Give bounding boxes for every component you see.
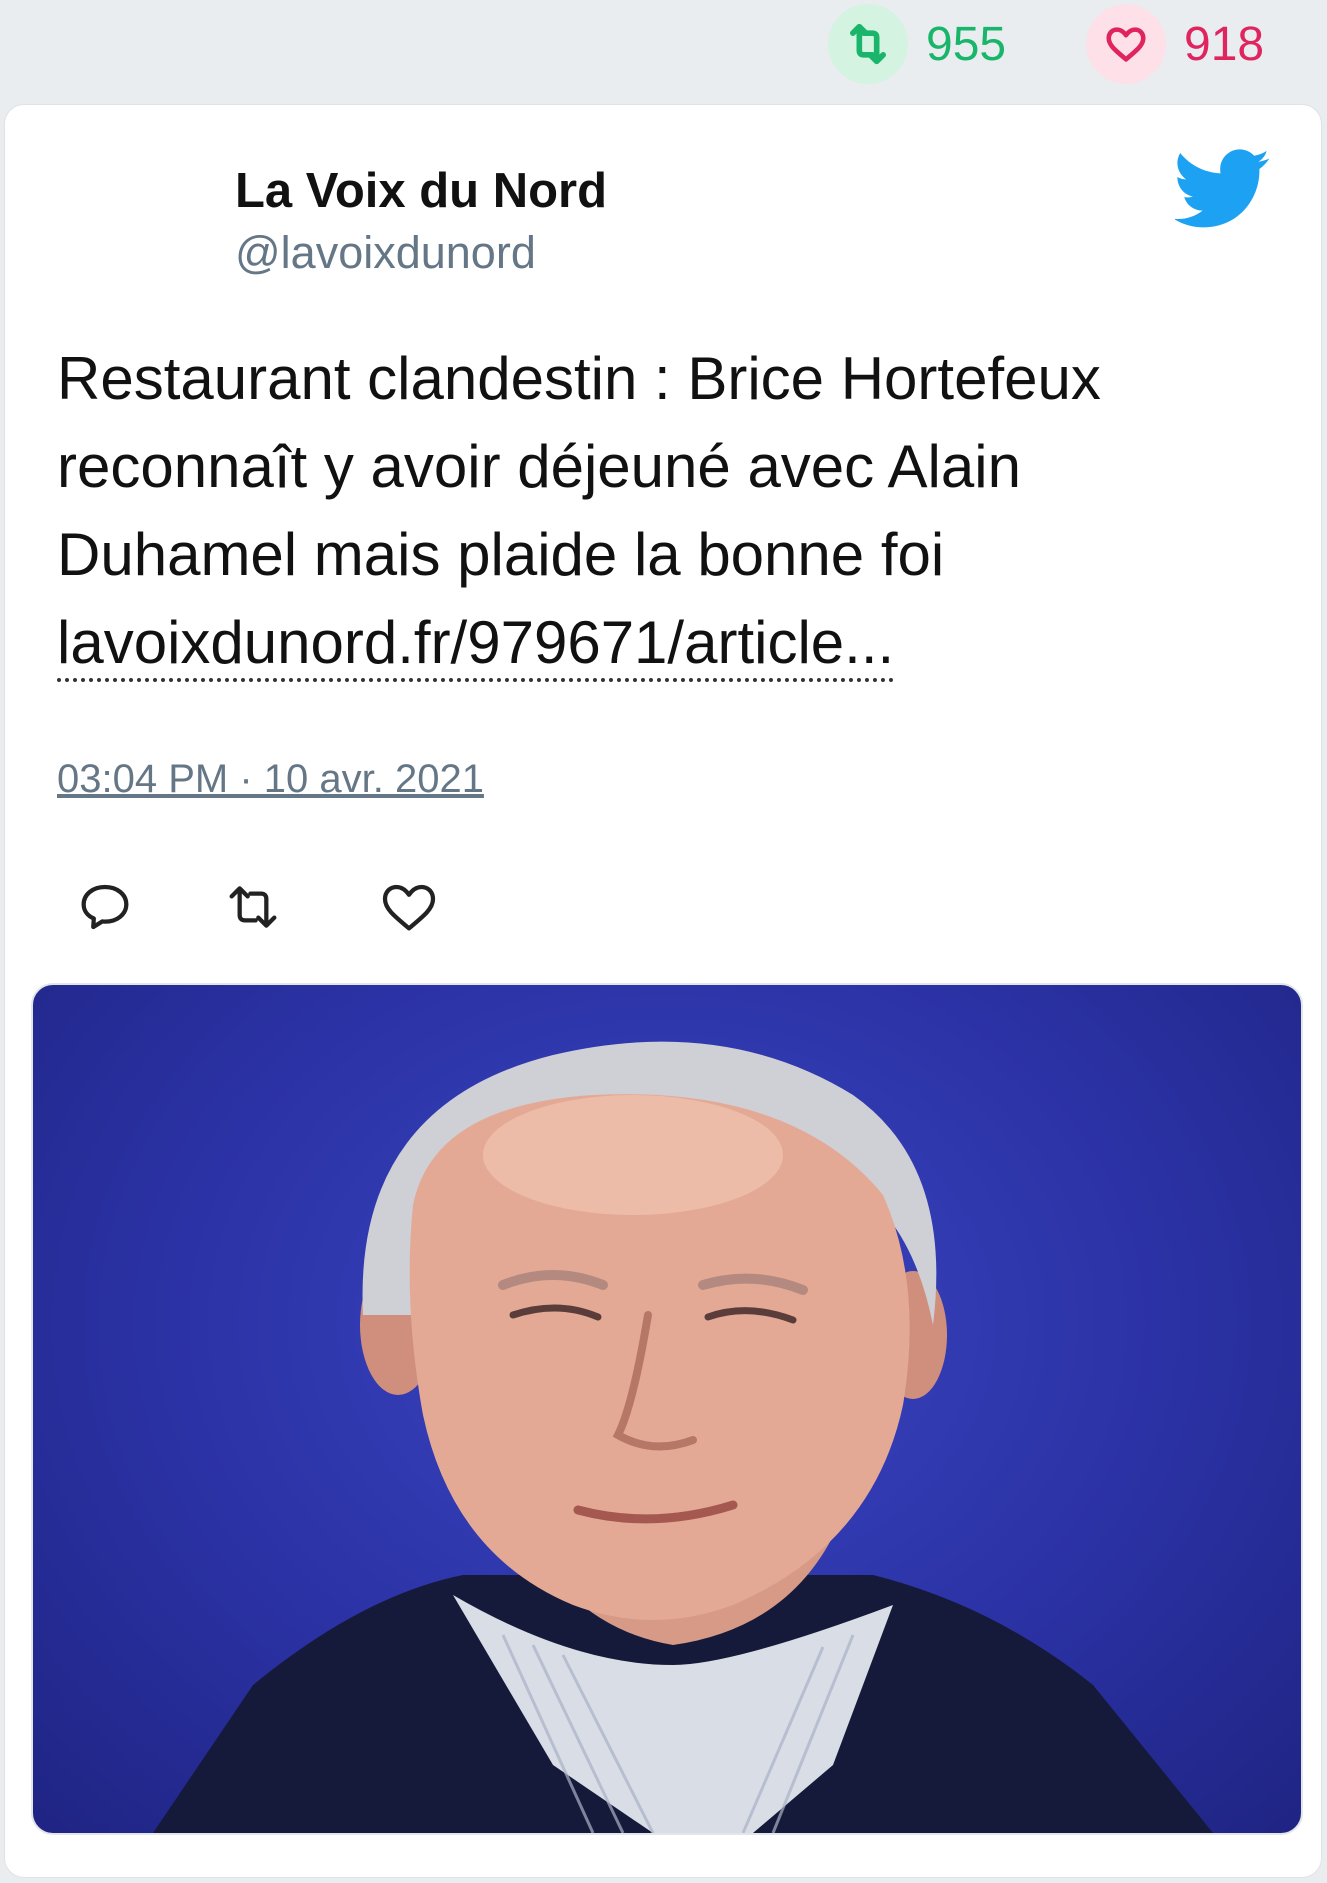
tweet-card: La Voix du Nord @lavoixdunord Restaurant…: [4, 104, 1322, 1878]
like-icon[interactable]: [377, 875, 441, 939]
reply-icon[interactable]: [73, 875, 137, 939]
tweet-timestamp[interactable]: 03:04 PM · 10 avr. 2021: [57, 757, 484, 802]
tweet-photo[interactable]: [31, 983, 1303, 1835]
tweet-body: Restaurant clandestin : Brice Hortefeux …: [57, 345, 1101, 588]
like-count-value: 918: [1184, 17, 1265, 71]
like-count[interactable]: 918: [1086, 4, 1264, 84]
retweet-icon[interactable]: [221, 875, 285, 939]
portrait-illustration: [153, 1041, 1213, 1833]
twitter-bird-icon[interactable]: [1173, 149, 1271, 229]
retweet-icon: [828, 4, 908, 84]
author-name[interactable]: La Voix du Nord: [235, 163, 607, 219]
tweet-actions: [5, 875, 1321, 955]
tweet-stats-bar: 955 918: [0, 0, 1327, 100]
tweet-text: Restaurant clandestin : Brice Hortefeux …: [57, 335, 1277, 687]
retweet-count[interactable]: 955: [828, 4, 1006, 84]
heart-icon: [1086, 4, 1166, 84]
retweet-count-value: 955: [926, 17, 1007, 71]
author-handle[interactable]: @lavoixdunord: [235, 227, 536, 279]
article-link[interactable]: lavoixdunord.fr/979671/article...: [57, 608, 895, 682]
